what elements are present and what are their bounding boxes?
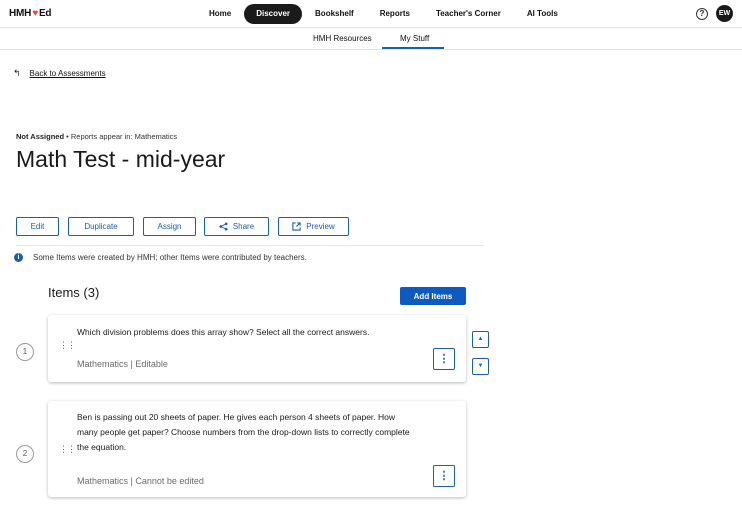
item-question: Ben is passing out 20 sheets of paper. H… — [77, 412, 410, 452]
user-avatar[interactable]: EW — [716, 5, 733, 22]
move-up-button[interactable]: ▲ — [472, 331, 489, 348]
assignment-status: Not Assigned — [16, 132, 65, 141]
drag-handle-icon[interactable]: ⋮⋮ — [59, 445, 76, 454]
logo-text-left: HMH — [9, 8, 32, 19]
section-divider — [16, 245, 484, 246]
help-icon[interactable]: ? — [696, 8, 708, 20]
arrow-up-icon: ▲ — [477, 336, 484, 342]
back-arrow-icon: ↰ — [13, 68, 21, 78]
items-heading: Items (3) — [48, 285, 100, 300]
arrow-down-icon: ▼ — [477, 363, 484, 369]
nav-teachers-corner[interactable]: Teacher's Corner — [423, 4, 514, 24]
tab-my-stuff[interactable]: My Stuff — [400, 34, 429, 43]
item-question: Which division problems does this array … — [77, 327, 370, 337]
assessment-meta: Not Assigned • Reports appear in: Mathem… — [16, 132, 177, 141]
info-notice: i Some Items were created by HMH; other … — [14, 253, 307, 262]
logo-text-right: Ed — [38, 8, 52, 19]
nav-home[interactable]: Home — [196, 4, 244, 24]
hmh-ed-logo[interactable]: HMH♥Ed — [9, 8, 52, 19]
reports-info: Reports appear in: Mathematics — [70, 132, 178, 141]
assign-button[interactable]: Assign — [143, 217, 196, 236]
top-navigation: HMH♥Ed Home Discover Bookshelf Reports T… — [0, 0, 742, 28]
preview-label: Preview — [306, 222, 335, 231]
nav-reports[interactable]: Reports — [367, 4, 423, 24]
item-card[interactable]: ⋮⋮ Which division problems does this arr… — [48, 315, 466, 382]
external-link-icon — [292, 222, 301, 231]
preview-button[interactable]: Preview — [278, 217, 349, 236]
duplicate-label: Duplicate — [84, 222, 118, 231]
page-title: Math Test - mid-year — [16, 146, 226, 172]
share-label: Share — [232, 222, 255, 231]
item-number: 2 — [16, 445, 34, 463]
back-to-assessments-link[interactable]: ↰ Back to Assessments — [13, 68, 106, 79]
nav-bookshelf[interactable]: Bookshelf — [302, 4, 367, 24]
drag-handle-icon[interactable]: ⋮⋮ — [59, 341, 76, 350]
kebab-menu-icon[interactable]: ⋮ — [433, 465, 455, 487]
add-items-button[interactable]: Add Items — [400, 287, 466, 305]
kebab-menu-icon[interactable]: ⋮ — [433, 348, 455, 370]
move-down-button[interactable]: ▼ — [472, 358, 489, 375]
info-icon: i — [14, 253, 23, 262]
sub-navigation: HMH Resources My Stuff — [0, 28, 742, 50]
back-link-label: Back to Assessments — [29, 69, 106, 78]
nav-discover[interactable]: Discover — [244, 4, 303, 24]
nav-ai-tools[interactable]: AI Tools — [514, 4, 571, 24]
meta-separator: • — [64, 132, 71, 141]
active-tab-indicator — [382, 47, 444, 49]
info-text: Some Items were created by HMH; other It… — [33, 253, 307, 262]
edit-button[interactable]: Edit — [16, 217, 59, 236]
share-icon — [219, 222, 228, 231]
item-subtitle: Mathematics | Editable — [77, 359, 168, 369]
edit-label: Edit — [30, 222, 45, 231]
assign-label: Assign — [157, 222, 182, 231]
share-button[interactable]: Share — [204, 217, 269, 236]
tab-hmh-resources[interactable]: HMH Resources — [313, 34, 372, 43]
item-card[interactable]: ⋮⋮ Ben is passing out 20 sheets of paper… — [48, 401, 466, 497]
item-number: 1 — [16, 343, 34, 361]
duplicate-button[interactable]: Duplicate — [68, 217, 134, 236]
heart-icon: ♥ — [32, 8, 38, 19]
main-nav: Home Discover Bookshelf Reports Teacher'… — [196, 4, 571, 24]
item-subtitle: Mathematics | Cannot be edited — [77, 476, 204, 486]
